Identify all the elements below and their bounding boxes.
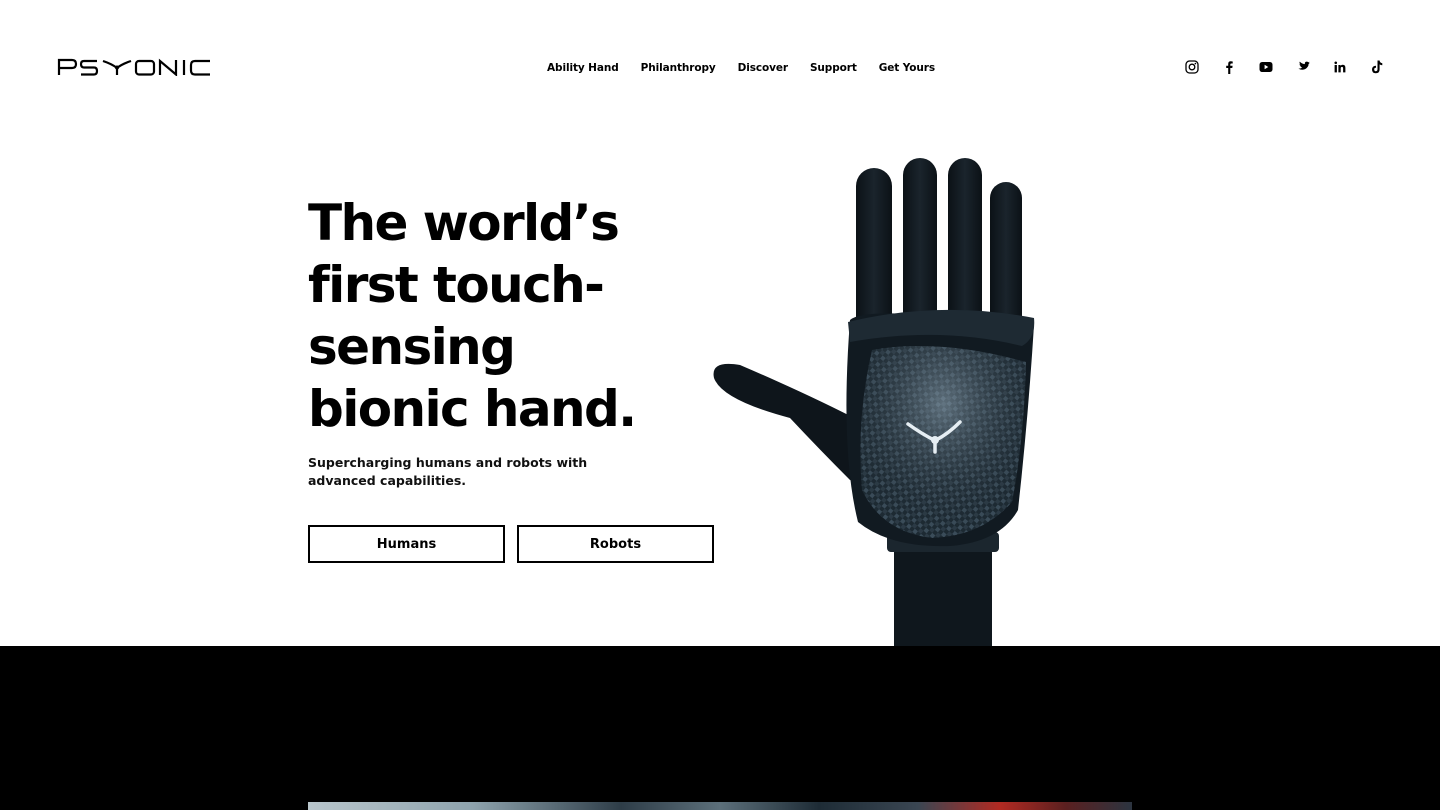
bionic-hand-image [700,150,1050,650]
tiktok-icon[interactable] [1367,57,1387,77]
robots-button[interactable]: Robots [517,525,714,563]
video-section [0,646,1440,810]
hero-title-line: The world’s [308,194,620,252]
hero-title-line: bionic hand. [308,380,637,438]
main-nav: Ability Hand Philanthropy Discover Suppo… [547,60,935,76]
nav-link-discover[interactable]: Discover [738,60,788,76]
site-header: Ability Hand Philanthropy Discover Suppo… [0,0,1440,135]
social-links [1182,57,1387,77]
youtube-icon[interactable] [1256,57,1276,77]
linkedin-icon[interactable] [1330,57,1350,77]
nav-link-get-yours[interactable]: Get Yours [879,60,935,76]
nav-link-philanthropy[interactable]: Philanthropy [641,60,716,76]
nav-link-ability-hand[interactable]: Ability Hand [547,60,619,76]
instagram-icon[interactable] [1182,57,1202,77]
humans-button[interactable]: Humans [308,525,505,563]
psyonic-logo[interactable] [57,58,213,76]
facebook-icon[interactable] [1219,57,1239,77]
twitter-icon[interactable] [1293,57,1313,77]
hero-subtitle: Supercharging humans and robots with adv… [308,455,588,488]
hero-title-line: first touch- [308,256,605,314]
video-thumbnail[interactable] [308,802,1132,810]
hero-title: The world’s first touch- sensing bionic … [308,192,708,440]
hero-title-line: sensing [308,318,516,376]
nav-link-support[interactable]: Support [810,60,857,76]
